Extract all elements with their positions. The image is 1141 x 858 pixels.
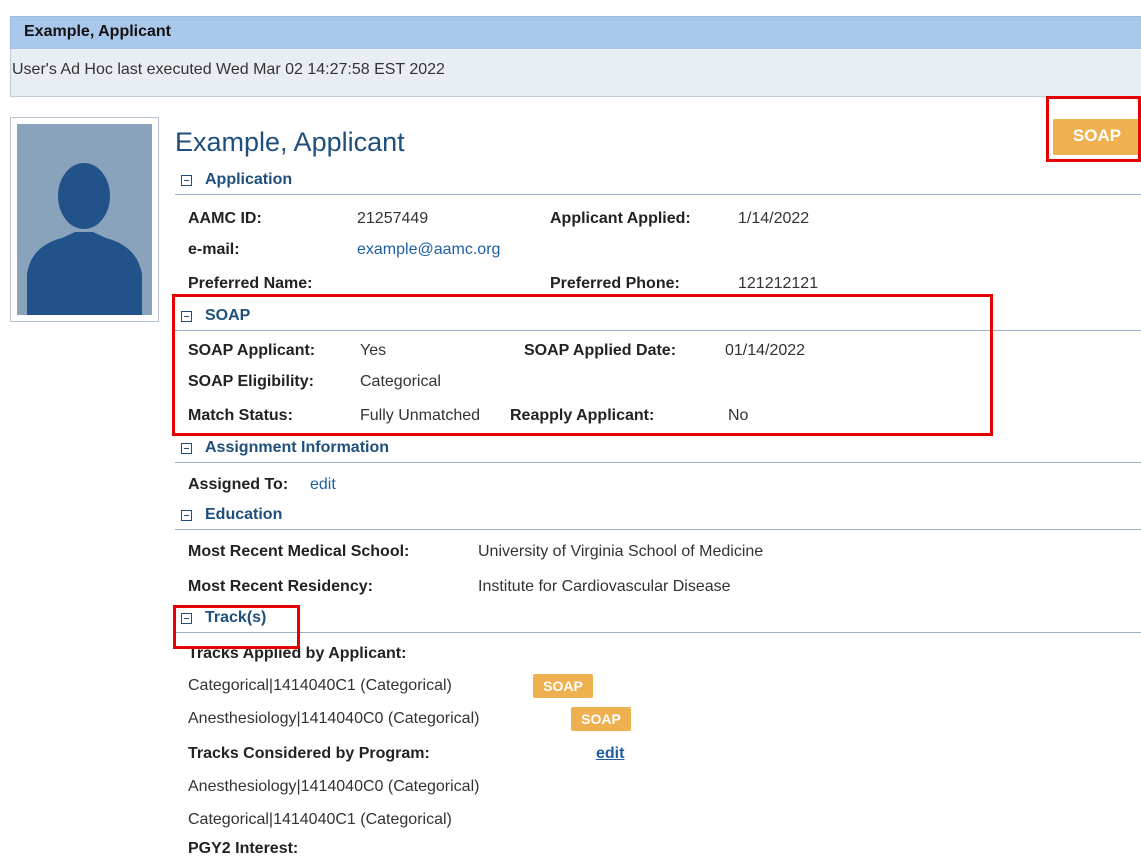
residency-label: Most Recent Residency: (188, 578, 373, 595)
track-applied-item: Categorical|1414040C1 (Categorical) (188, 677, 452, 694)
status-bar: User's Ad Hoc last executed Wed Mar 02 1… (10, 49, 1141, 97)
section-title-education: Education (205, 506, 283, 523)
soap-applied-date-value: 01/14/2022 (725, 342, 806, 359)
section-tracks: Track(s) (175, 608, 1141, 633)
reapply-applicant-value: No (728, 407, 749, 424)
applicant-applied-value: 1/14/2022 (738, 210, 810, 227)
section-title-application: Application (205, 171, 293, 188)
track-applied-item: Anesthesiology|1414040C0 (Categorical) (188, 710, 480, 727)
soap-applied-date-label: SOAP Applied Date: (524, 342, 677, 359)
collapse-icon[interactable] (181, 510, 192, 521)
tracks-considered-label: Tracks Considered by Program: (188, 745, 430, 762)
email-label: e-mail: (188, 241, 240, 258)
assigned-to-label: Assigned To: (188, 476, 289, 493)
medical-school-value: University of Virginia School of Medicin… (478, 543, 764, 560)
collapse-icon[interactable] (181, 613, 192, 624)
tracks-considered-edit-link[interactable]: edit (596, 745, 624, 763)
section-assignment: Assignment Information (175, 438, 1141, 463)
section-title-assignment: Assignment Information (205, 439, 390, 456)
pgy2-interest-label: PGY2 Interest: (188, 840, 299, 857)
preferred-phone-label: Preferred Phone: (550, 275, 680, 292)
collapse-icon[interactable] (181, 311, 192, 322)
adhoc-status-text: User's Ad Hoc last executed Wed Mar 02 1… (12, 61, 445, 78)
tracks-applied-label: Tracks Applied by Applicant: (188, 645, 407, 662)
email-link[interactable]: example@aamc.org (357, 241, 500, 259)
residency-value: Institute for Cardiovascular Disease (478, 578, 731, 595)
preferred-phone-value: 121212121 (738, 275, 819, 292)
section-soap: SOAP (175, 306, 1141, 331)
track-considered-item: Categorical|1414040C1 (Categorical) (188, 811, 452, 828)
medical-school-label: Most Recent Medical School: (188, 543, 410, 560)
soap-applicant-label: SOAP Applicant: (188, 342, 316, 359)
soap-badge: SOAP (533, 674, 593, 698)
assigned-to-edit-link[interactable]: edit (310, 476, 336, 494)
track-considered-item: Anesthesiology|1414040C0 (Categorical) (188, 778, 480, 795)
soap-button[interactable]: SOAP (1053, 119, 1141, 155)
reapply-applicant-label: Reapply Applicant: (510, 407, 655, 424)
collapse-icon[interactable] (181, 175, 192, 186)
section-title-soap: SOAP (205, 307, 251, 324)
soap-applicant-value: Yes (360, 342, 387, 359)
soap-eligibility-value: Categorical (360, 373, 441, 390)
aamc-id-value: 21257449 (357, 210, 429, 227)
preferred-name-label: Preferred Name: (188, 275, 313, 292)
applicant-header-bar: Example, Applicant (10, 16, 1141, 49)
section-application: Application (175, 170, 1141, 195)
avatar-silhouette-icon (17, 124, 152, 315)
collapse-icon[interactable] (181, 443, 192, 454)
applicant-photo (10, 117, 159, 322)
applicant-applied-label: Applicant Applied: (550, 210, 691, 227)
aamc-id-label: AAMC ID: (188, 210, 262, 227)
section-title-tracks: Track(s) (205, 609, 267, 626)
soap-badge: SOAP (571, 707, 631, 731)
match-status-label: Match Status: (188, 407, 293, 424)
match-status-value: Fully Unmatched (360, 407, 481, 424)
header-title: Example, Applicant (24, 23, 171, 40)
section-education: Education (175, 505, 1141, 530)
applicant-name: Example, Applicant (175, 127, 405, 157)
soap-eligibility-label: SOAP Eligibility: (188, 373, 314, 390)
